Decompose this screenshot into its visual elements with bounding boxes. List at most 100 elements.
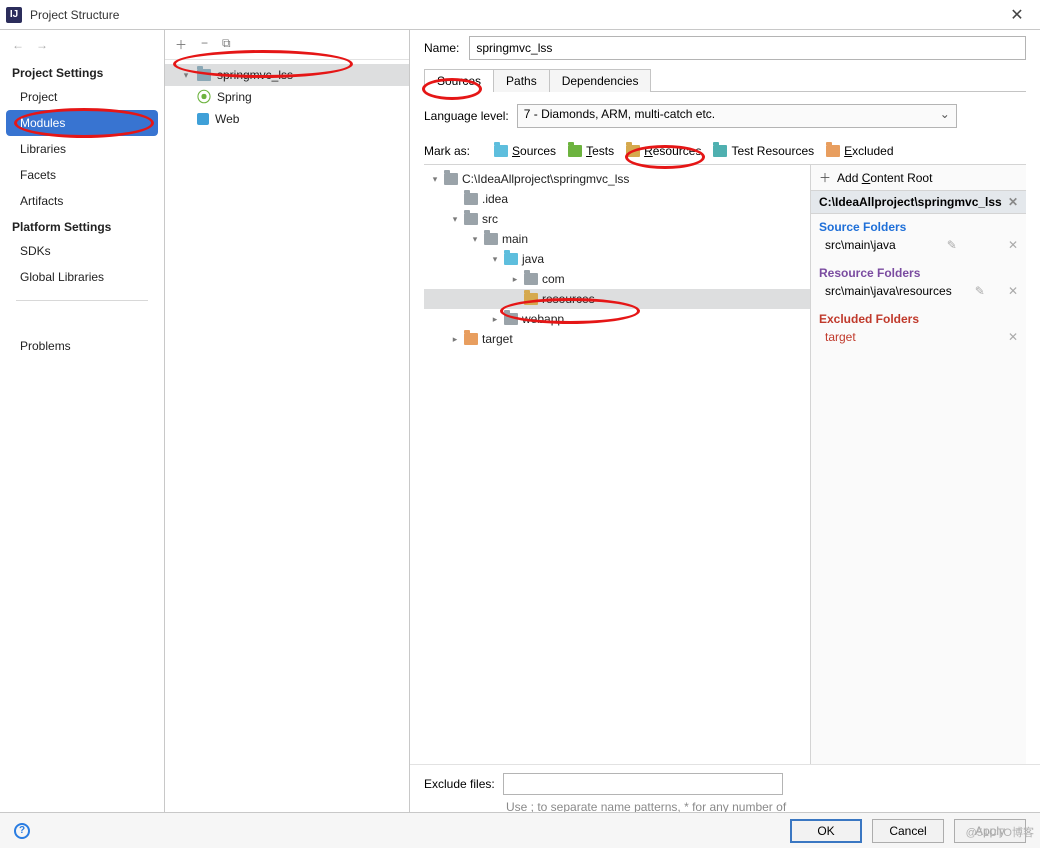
sidebar-item-project[interactable]: Project	[0, 84, 164, 110]
close-icon[interactable]: ✕	[994, 0, 1040, 30]
path-label: C:\IdeaAllproject\springmvc_lss	[819, 195, 1002, 209]
chevron-down-icon[interactable]: ▾	[430, 174, 440, 185]
module-root[interactable]: ▾ springmvc_lss	[165, 64, 409, 86]
excluded-folder-entry[interactable]: target ✕	[811, 328, 1026, 352]
cancel-button[interactable]: Cancel	[872, 819, 944, 843]
add-content-root-button[interactable]: Add Content Root	[837, 171, 932, 185]
nav-forward-icon[interactable]: →	[36, 38, 48, 52]
remove-icon[interactable]: ✕	[1008, 238, 1018, 252]
folder-icon	[504, 313, 518, 325]
sidebar-item-facets[interactable]: Facets	[0, 162, 164, 188]
plus-icon[interactable]: ＋	[819, 169, 831, 186]
mark-tests-button[interactable]: Tests	[564, 144, 618, 158]
folder-icon	[524, 273, 538, 285]
folder-path: src\main\java	[825, 238, 896, 252]
help-icon[interactable]: ?	[14, 823, 30, 839]
chevron-down-icon[interactable]: ▾	[470, 234, 480, 245]
tree-item[interactable]: ▸ com	[424, 269, 810, 289]
mark-resources-button[interactable]: Resources	[622, 144, 705, 158]
tree-label: java	[522, 252, 544, 266]
mark-sources-button[interactable]: SSourcesources	[490, 144, 560, 158]
tab-sources[interactable]: Sources	[424, 69, 494, 92]
module-name-input[interactable]	[469, 36, 1026, 60]
window-title: Project Structure	[30, 8, 119, 22]
app-icon: IJ	[6, 7, 22, 23]
sidebar-item-libraries[interactable]: Libraries	[0, 136, 164, 162]
chevron-right-icon[interactable]: ▸	[490, 314, 500, 325]
tree-item[interactable]: ▾ java	[424, 249, 810, 269]
tree-root[interactable]: ▾ C:\IdeaAllproject\springmvc_lss	[424, 169, 810, 189]
module-label: springmvc_lss	[217, 68, 293, 82]
folder-icon	[464, 213, 478, 225]
source-folder-icon	[504, 253, 518, 265]
edit-icon[interactable]: ✎	[975, 284, 985, 298]
apply-button[interactable]: Apply	[954, 819, 1026, 843]
tab-dependencies[interactable]: Dependencies	[549, 69, 652, 92]
tree-item[interactable]: .idea	[424, 189, 810, 209]
modules-list-panel: ＋ − ⧉ ▾ springmvc_lss ⦿ Spring Web	[165, 30, 410, 835]
facet-spring[interactable]: ⦿ Spring	[165, 86, 409, 108]
remove-icon[interactable]: −	[201, 36, 208, 53]
resource-folder-entry[interactable]: src\main\java\resources ✎ ✕	[811, 282, 1026, 306]
folder-icon	[444, 173, 458, 185]
chevron-right-icon[interactable]: ▸	[450, 334, 460, 345]
dialog-footer: ? OK Cancel Apply	[0, 812, 1040, 848]
content-root-path[interactable]: C:\IdeaAllproject\springmvc_lss ✕	[811, 190, 1026, 214]
language-level-combo[interactable]: 7 - Diamonds, ARM, multi-catch etc.	[517, 104, 957, 128]
copy-icon[interactable]: ⧉	[222, 36, 231, 53]
folder-icon	[484, 233, 498, 245]
divider	[16, 300, 148, 301]
folder-icon	[464, 193, 478, 205]
spring-icon: ⦿	[197, 87, 211, 107]
tab-paths[interactable]: Paths	[493, 69, 550, 92]
module-tabs: Sources Paths Dependencies	[424, 68, 1026, 92]
tree-item[interactable]: ▾src	[424, 209, 810, 229]
facet-web[interactable]: Web	[165, 108, 409, 130]
remove-root-icon[interactable]: ✕	[1008, 195, 1018, 209]
sidebar-item-sdks[interactable]: SDKs	[0, 238, 164, 264]
exclude-files-label: Exclude files:	[424, 777, 495, 791]
chevron-down-icon[interactable]: ▾	[490, 254, 500, 265]
excluded-folder-icon	[826, 145, 840, 157]
resources-folder-icon	[524, 293, 538, 305]
sidebar-item-global-libraries[interactable]: Global Libraries	[0, 264, 164, 290]
sidebar-item-artifacts[interactable]: Artifacts	[0, 188, 164, 214]
excluded-folders-heading: Excluded Folders	[811, 306, 1026, 328]
section-platform-settings: Platform Settings	[0, 214, 164, 238]
chevron-down-icon[interactable]: ▾	[450, 214, 460, 225]
mark-test-resources-button[interactable]: Test Resources	[709, 144, 818, 158]
tree-item[interactable]: ▸ target	[424, 329, 810, 349]
section-project-settings: Project Settings	[0, 60, 164, 84]
facet-label: Spring	[217, 90, 252, 104]
resources-folder-icon	[626, 145, 640, 157]
source-folder-entry[interactable]: src\main\java ✎ ✕	[811, 236, 1026, 260]
tree-item[interactable]: ▸webapp	[424, 309, 810, 329]
test-resources-folder-icon	[713, 145, 727, 157]
tree-label: target	[482, 332, 513, 346]
remove-icon[interactable]: ✕	[1008, 284, 1018, 298]
exclude-files-input[interactable]	[503, 773, 783, 795]
title-bar: IJ Project Structure ✕	[0, 0, 1040, 30]
tree-label: .idea	[482, 192, 508, 206]
tree-label: C:\IdeaAllproject\springmvc_lss	[462, 172, 629, 186]
folder-path: src\main\java\resources	[825, 284, 952, 298]
nav-back-icon[interactable]: ←	[12, 38, 24, 52]
tree-label: com	[542, 272, 565, 286]
sidebar-item-problems[interactable]: Problems	[0, 333, 164, 359]
content-root-tree: ▾ C:\IdeaAllproject\springmvc_lss .idea …	[424, 165, 810, 764]
sources-folder-icon	[494, 145, 508, 157]
settings-sidebar: ← → Project Settings Project Modules Lib…	[0, 30, 165, 835]
tests-folder-icon	[568, 145, 582, 157]
sidebar-item-modules[interactable]: Modules	[6, 110, 158, 136]
remove-icon[interactable]: ✕	[1008, 330, 1018, 344]
ok-button[interactable]: OK	[790, 819, 862, 843]
mark-excluded-button[interactable]: Excluded	[822, 144, 897, 158]
excluded-folder-icon	[464, 333, 478, 345]
tree-item-selected[interactable]: resources	[424, 289, 810, 309]
edit-icon[interactable]: ✎	[947, 238, 957, 252]
chevron-right-icon[interactable]: ▸	[510, 274, 520, 285]
add-icon[interactable]: ＋	[175, 36, 187, 53]
tree-item[interactable]: ▾main	[424, 229, 810, 249]
chevron-down-icon[interactable]: ▾	[181, 70, 191, 81]
language-level-label: Language level:	[424, 109, 509, 123]
